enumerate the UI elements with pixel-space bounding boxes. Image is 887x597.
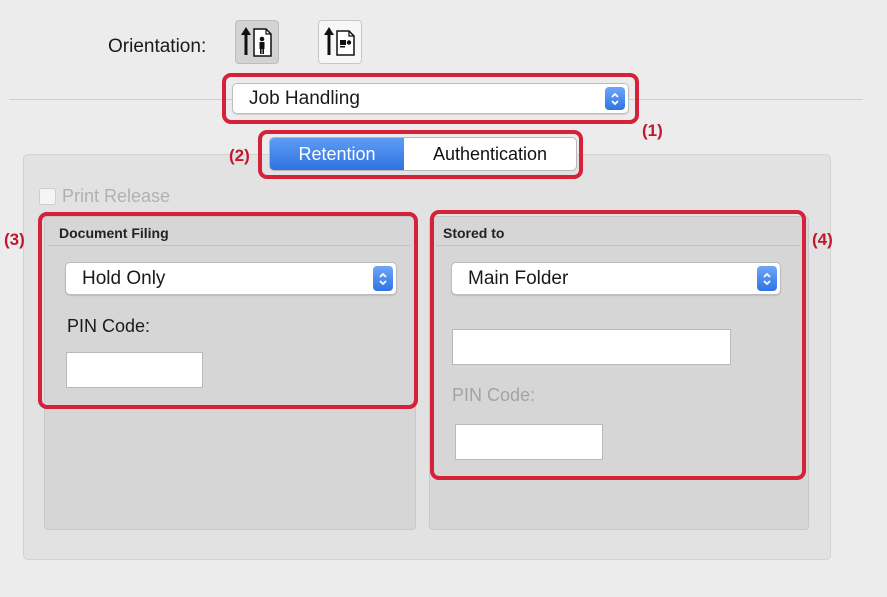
- callout-4-label: (4): [812, 230, 833, 249]
- select-stepper-icon: [373, 266, 393, 291]
- print-release-checkbox[interactable]: [39, 188, 56, 205]
- select-stepper-icon: [757, 266, 777, 291]
- stored-to-folder-select[interactable]: Main Folder: [451, 262, 781, 295]
- document-filing-pin-label: PIN Code:: [67, 316, 151, 336]
- landscape-orientation-button[interactable]: [318, 20, 362, 64]
- print-release-label: Print Release: [62, 186, 171, 206]
- document-filing-separator: [48, 245, 410, 246]
- stored-to-title: Stored to: [443, 225, 505, 241]
- document-filing-mode-value: Hold Only: [82, 267, 166, 289]
- panel-menu-value: Job Handling: [249, 87, 360, 109]
- print-release-row: Print Release: [39, 186, 170, 207]
- callout-3-label: (3): [4, 230, 25, 249]
- callout-2-label: (2): [229, 146, 250, 165]
- stored-to-folder-value: Main Folder: [468, 267, 569, 289]
- portrait-orientation-icon: [241, 27, 272, 57]
- stored-to-folder-name-input[interactable]: [452, 329, 731, 365]
- document-filing-pin-input[interactable]: [66, 352, 203, 388]
- tab-retention[interactable]: Retention: [270, 138, 404, 170]
- retention-auth-tabs: Retention Authentication: [269, 137, 577, 171]
- document-filing-mode-select[interactable]: Hold Only: [65, 262, 397, 295]
- callout-1-label: (1): [642, 121, 663, 140]
- document-filing-title: Document Filing: [59, 225, 169, 241]
- portrait-orientation-button[interactable]: [235, 20, 279, 64]
- select-stepper-icon: [605, 87, 625, 110]
- tab-authentication[interactable]: Authentication: [404, 138, 576, 170]
- landscape-orientation-icon: [324, 27, 355, 56]
- stored-to-pin-input[interactable]: [455, 424, 603, 460]
- panel-menu-select[interactable]: Job Handling: [232, 83, 629, 114]
- orientation-label: Orientation:: [108, 36, 207, 57]
- stored-to-separator: [436, 245, 800, 246]
- stored-to-pin-label: PIN Code:: [452, 385, 536, 405]
